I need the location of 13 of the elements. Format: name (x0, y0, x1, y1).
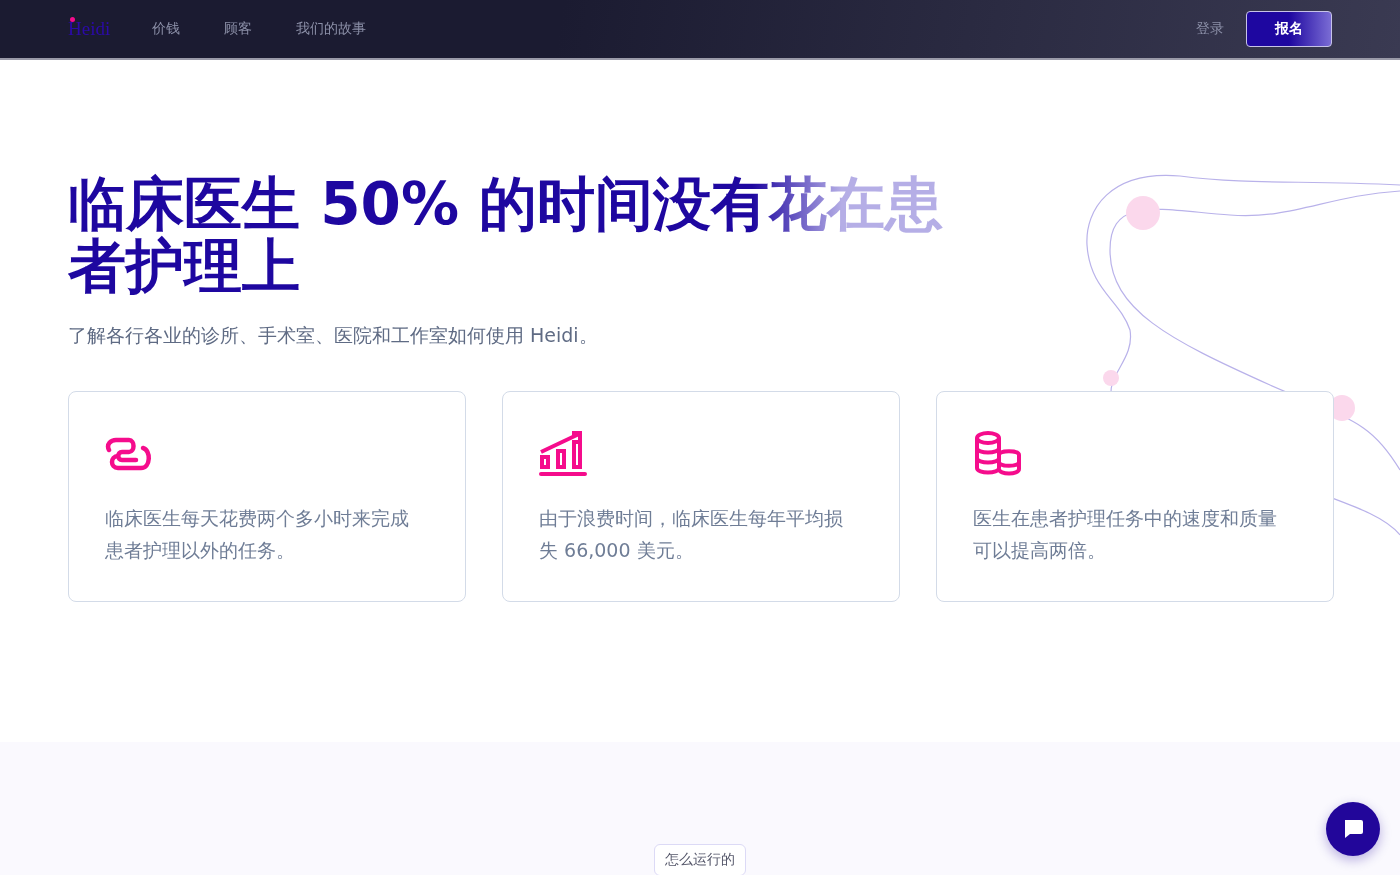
bar-chart-icon (539, 430, 587, 478)
login-link[interactable]: 登录 (1196, 20, 1224, 38)
nav-link[interactable]: 顾客 (224, 20, 253, 38)
section-tag: 怎么运行的 (654, 844, 746, 875)
stat-text: 医生在患者护理任务中的速度和质量可以提高两倍。 (973, 506, 1278, 563)
nav-link[interactable]: 我们的故事 (296, 20, 367, 38)
chat-button[interactable] (1326, 802, 1380, 856)
nav-link[interactable]: 价钱 (152, 20, 181, 38)
subtitle: 了解各行各业的诊所、手术室、医院和工作室如何使用 Heidi。 (68, 323, 599, 348)
stat-text: 临床医生每天花费两个多小时来完成患者护理以外的任务。 (105, 506, 410, 563)
signup-button[interactable]: 报名 (1246, 11, 1332, 47)
coin-stack-icon (973, 430, 1021, 478)
stat-text: 由于浪费时间，临床医生每年平均损失 66,000 美元。 (539, 506, 844, 563)
